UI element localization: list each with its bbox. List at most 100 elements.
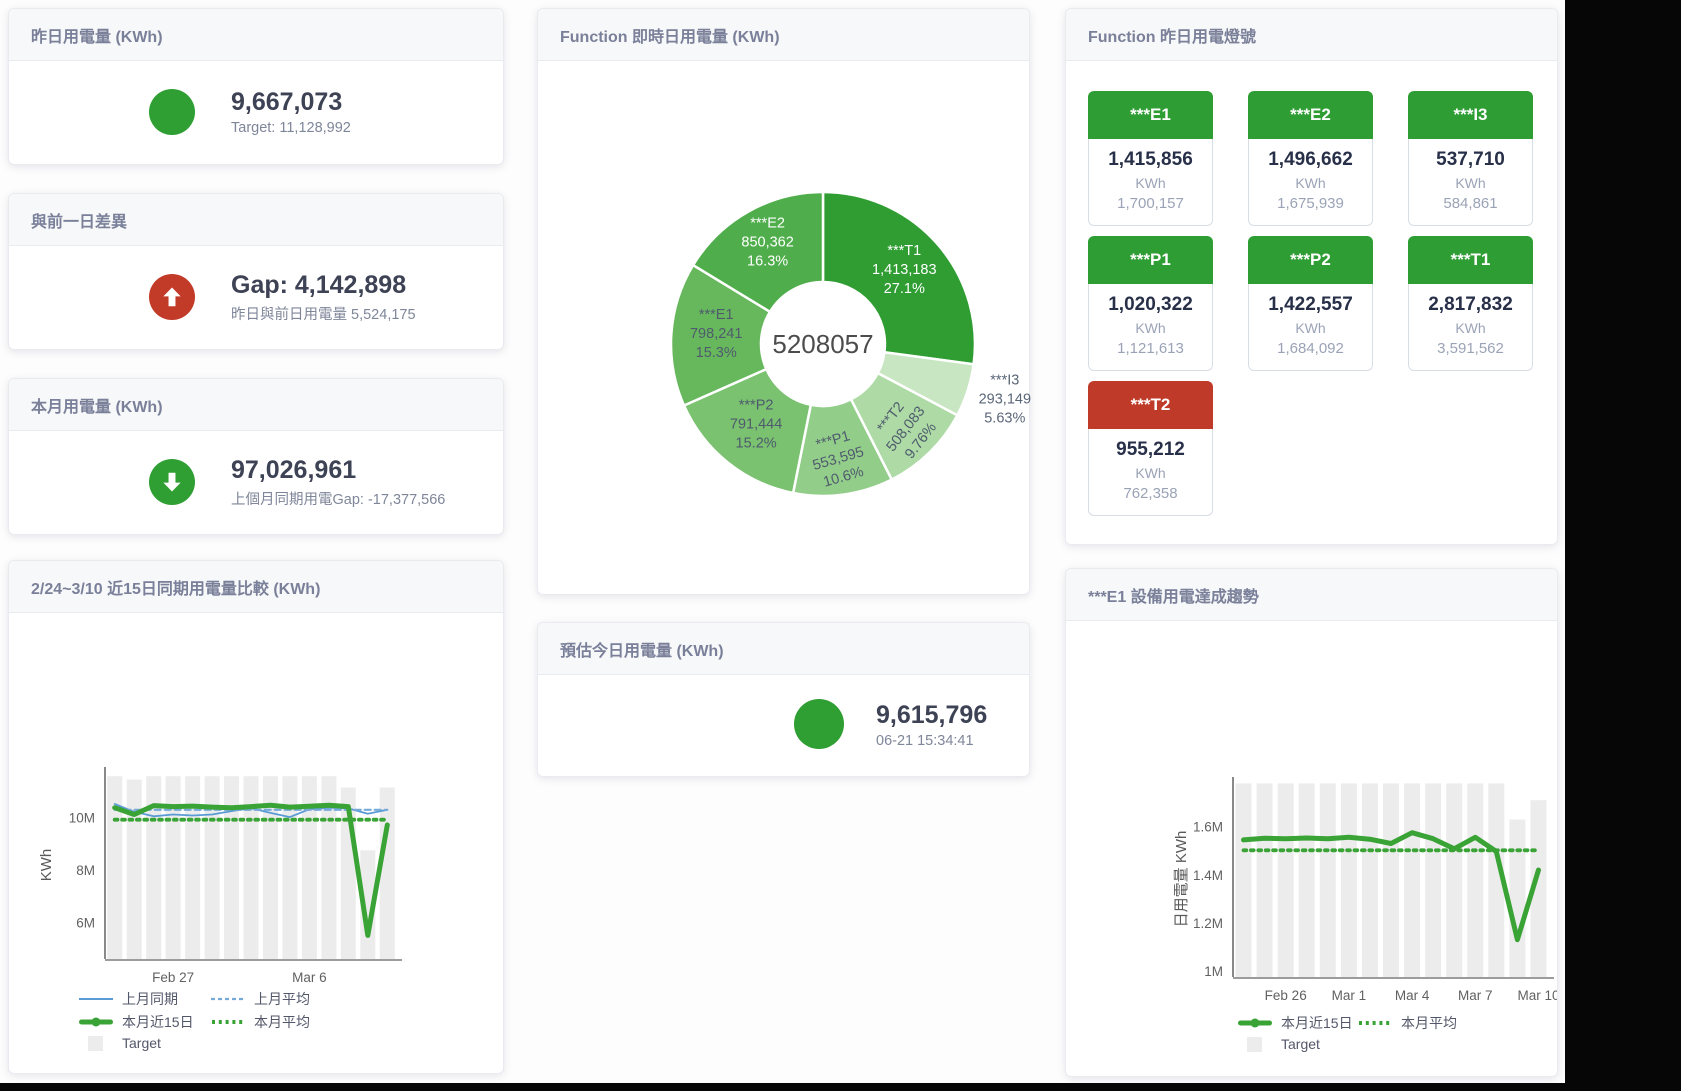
kpi-row: 9,667,073 Target: 11,128,992	[9, 61, 503, 162]
svg-text:791,444: 791,444	[730, 417, 782, 433]
tile-target-value: 1,675,939	[1249, 195, 1372, 212]
legend-item-[interactable]: 上月平均	[211, 989, 343, 1009]
legend-label: 上月同期	[122, 989, 178, 1009]
svg-text:850,362: 850,362	[741, 235, 793, 251]
trend-chart-legend: 本月近15日 本月平均 Target	[1238, 1013, 1478, 1055]
kpi-row: 9,615,796 06-21 15:34:41	[538, 675, 1029, 773]
y-tick: 1M	[1204, 964, 1223, 979]
compare-chart-canvas[interactable]: 6M8M10MFeb 27Mar 6KWh	[9, 613, 503, 993]
target-bar	[166, 776, 181, 959]
card-title: 與前一日差異	[9, 194, 503, 246]
trend-chart-canvas[interactable]: 1M1.2M1.4M1.6MFeb 26Mar 1Mar 4Mar 7Mar 1…	[1066, 621, 1557, 1017]
svg-text:5.63%: 5.63%	[984, 410, 1025, 426]
legend-item-[interactable]: 上月同期	[79, 989, 211, 1009]
tile-unit: KWh	[1249, 175, 1372, 191]
target-bar	[1383, 783, 1399, 977]
legend-item-15[interactable]: 本月近15日	[1238, 1013, 1358, 1033]
card-title: 預估今日用電量 (KWh)	[538, 623, 1029, 675]
status-tile-p2: ***P21,422,557KWh1,684,092	[1248, 236, 1373, 371]
legend-swatch	[79, 1014, 113, 1030]
tile-value: 2,817,832	[1409, 294, 1532, 316]
donut-chart-canvas[interactable]: ***T11,413,18327.1%***I3293,1495.63%***T…	[538, 61, 1029, 593]
arrow-down-icon	[149, 459, 195, 505]
legend-item-target[interactable]: Target	[1238, 1036, 1358, 1052]
tile-unit: KWh	[1409, 175, 1532, 191]
kpi-row: Gap: 4,142,898 昨日與前日用電量 5,524,175	[9, 246, 503, 347]
target-bar	[282, 776, 297, 959]
legend-swatch	[1358, 1015, 1392, 1031]
card-estimate-today: 預估今日用電量 (KWh) 9,615,796 06-21 15:34:41	[537, 622, 1030, 777]
card-status-lights: Function 昨日用電燈號 ***E11,415,856KWh1,700,1…	[1065, 8, 1558, 545]
legend-swatch	[211, 1014, 245, 1030]
target-bar	[1278, 783, 1294, 977]
donut-label-i3: ***I3293,1495.63%	[979, 372, 1031, 426]
legend-label: 本月近15日	[122, 1012, 194, 1032]
status-dot-green	[149, 89, 195, 135]
legend-label: 本月平均	[1401, 1013, 1457, 1033]
svg-text:27.1%: 27.1%	[884, 281, 925, 297]
tile-body: 2,817,832KWh3,591,562	[1408, 284, 1533, 371]
tile-target-value: 1,684,092	[1249, 340, 1372, 357]
legend-swatch	[1238, 1015, 1272, 1031]
kpi-subtitle: 昨日與前日用電量 5,524,175	[231, 303, 416, 324]
compare-chart-legend: 上月同期 上月平均本月近15日本月平均Target	[79, 989, 343, 1054]
trend-chart-body: 1M1.2M1.4M1.6MFeb 26Mar 1Mar 4Mar 7Mar 1…	[1066, 621, 1557, 1017]
kpi-timestamp: 06-21 15:34:41	[876, 733, 987, 749]
card-day-gap: 與前一日差異 Gap: 4,142,898 昨日與前日用電量 5,524,175	[8, 193, 504, 350]
card-title: 昨日用電量 (KWh)	[9, 9, 503, 61]
tile-value: 537,710	[1409, 149, 1532, 171]
tile-body: 1,422,557KWh1,684,092	[1248, 284, 1373, 371]
kpi-subtitle: Target: 11,128,992	[231, 120, 351, 136]
target-bar	[1425, 783, 1441, 977]
tile-target-value: 584,861	[1409, 195, 1532, 212]
card-e1-trend: ***E1 設備用電達成趨勢 1M1.2M1.4M1.6MFeb 26Mar 1…	[1065, 568, 1558, 1077]
status-tile-p1: ***P11,020,322KWh1,121,613	[1088, 236, 1213, 371]
legend-item-15[interactable]: 本月近15日	[79, 1012, 211, 1032]
kpi-value: Gap: 4,142,898	[231, 270, 416, 300]
target-bar	[1236, 783, 1252, 977]
y-axis-label: KWh	[38, 849, 55, 882]
target-bar	[1404, 783, 1420, 977]
target-bar	[1362, 783, 1378, 977]
tile-body: 1,496,662 KWh 1,675,939	[1248, 139, 1373, 226]
tile-value: 955,212	[1089, 439, 1212, 461]
legend-item-[interactable]: 本月平均	[211, 1012, 343, 1032]
kpi-subtitle: 上個月同期用電Gap: -17,377,566	[231, 488, 445, 509]
target-bar	[224, 776, 239, 959]
target-bar	[1341, 783, 1357, 977]
svg-text:***P2: ***P2	[739, 398, 774, 414]
compare-chart-body: 6M8M10MFeb 27Mar 6KWh 上月同期上月平均本月近15日本月平均…	[9, 613, 503, 993]
y-tick: 6M	[76, 915, 95, 930]
status-tile-t2: ***T2 955,212 KWh 762,358	[1088, 381, 1213, 516]
card-title: 2/24~3/10 近15日同期用電量比較 (KWh)	[9, 561, 503, 613]
tile-name: ***T1	[1408, 236, 1533, 284]
svg-text:***E1: ***E1	[699, 307, 734, 323]
legend-item-[interactable]: 本月平均	[1358, 1013, 1478, 1033]
legend-swatch	[1238, 1036, 1272, 1052]
tile-body: 1,020,322KWh1,121,613	[1088, 284, 1213, 371]
target-bar	[1467, 783, 1483, 977]
tile-name: ***E2	[1248, 91, 1373, 139]
card-month-usage: 本月用電量 (KWh) 97,026,961 上個月同期用電Gap: -17,3…	[8, 378, 504, 535]
tile-value: 1,496,662	[1249, 149, 1372, 171]
legend-item-target[interactable]: Target	[79, 1035, 211, 1051]
target-bar	[127, 780, 142, 959]
tile-unit: KWh	[1089, 465, 1212, 481]
x-tick: Mar 7	[1458, 988, 1493, 1003]
x-tick: Mar 6	[292, 970, 327, 985]
svg-text:16.3%: 16.3%	[747, 254, 788, 270]
target-bar	[1320, 783, 1336, 977]
legend-label: 上月平均	[254, 989, 310, 1009]
tile-target-value: 762,358	[1089, 485, 1212, 502]
kpi-value: 9,615,796	[876, 700, 987, 730]
card-yesterday-usage: 昨日用電量 (KWh) 9,667,073 Target: 11,128,992	[8, 8, 504, 165]
legend-swatch	[79, 991, 113, 1007]
card-title: Function 即時日用電量 (KWh)	[538, 9, 1029, 61]
tile-body: 955,212 KWh 762,358	[1088, 429, 1213, 516]
legend-label: Target	[1281, 1036, 1320, 1052]
legend-swatch	[79, 1035, 113, 1051]
svg-text:293,149: 293,149	[979, 391, 1031, 407]
tile-name: ***T2	[1088, 381, 1213, 429]
card-title: Function 昨日用電燈號	[1066, 9, 1557, 61]
kpi-row: 97,026,961 上個月同期用電Gap: -17,377,566	[9, 431, 503, 532]
